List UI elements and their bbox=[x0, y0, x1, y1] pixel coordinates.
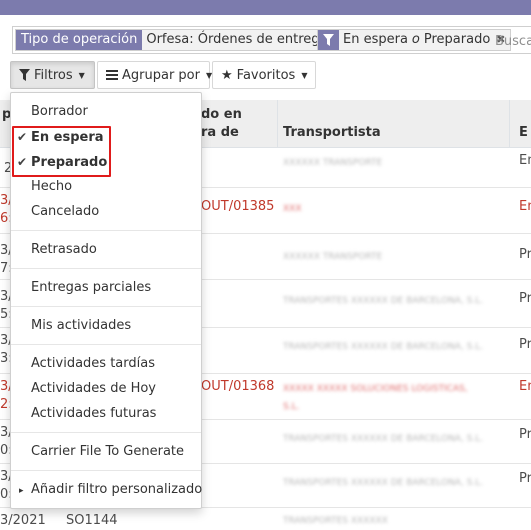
filter-item-actividades-tardias[interactable]: Actividades tardías bbox=[11, 353, 201, 375]
cell-status: En bbox=[519, 153, 531, 168]
group-by-label: Agrupar por bbox=[122, 67, 200, 83]
cell-status: En bbox=[519, 379, 531, 394]
menu-divider bbox=[11, 306, 201, 307]
filter-label: Hecho bbox=[31, 179, 73, 194]
cell-carrier: TRANSPORTES XXXXXX DE BARCELONA, S.L. bbox=[283, 296, 484, 306]
cell-status: Pr bbox=[519, 247, 531, 262]
top-navbar bbox=[0, 0, 531, 15]
filter-item-en-espera[interactable]: ✔ En espera bbox=[11, 126, 201, 148]
cell-status: Pr bbox=[519, 337, 531, 352]
facet-value-b: Preparado bbox=[423, 32, 491, 47]
filter-label: Mis actividades bbox=[31, 318, 132, 333]
group-by-button[interactable]: Agrupar por ▼ bbox=[97, 61, 212, 89]
column-header-carrier[interactable]: Transportista bbox=[283, 124, 381, 142]
filter-label: En espera bbox=[31, 130, 104, 145]
caret-right-icon: ▸ bbox=[19, 486, 24, 496]
filter-label: Actividades tardías bbox=[31, 356, 155, 371]
filters-dropdown: Borrador ✔ En espera ✔ Preparado Hecho Can… bbox=[10, 92, 202, 509]
filter-label: Carrier File To Generate bbox=[31, 444, 185, 459]
menu-divider bbox=[11, 470, 201, 471]
filter-label: Actividades de Hoy bbox=[31, 381, 157, 396]
filters-label: Filtros bbox=[34, 67, 73, 83]
favorites-button[interactable]: ★ Favoritos ▼ bbox=[212, 61, 316, 89]
column-divider bbox=[509, 100, 510, 148]
cell-status: Pr bbox=[519, 427, 531, 442]
filter-label: Actividades futuras bbox=[31, 406, 157, 421]
cell-carrier: TRANSPORTES XXXXXX bbox=[283, 516, 388, 526]
cell-status: Pr bbox=[519, 471, 531, 486]
filter-item-borrador[interactable]: Borrador bbox=[11, 101, 201, 123]
filter-icon bbox=[19, 69, 30, 81]
cell-carrier: TRANSPORTES XXXXXX DE BARCELONA, S.L. bbox=[283, 478, 484, 488]
filter-label: Entregas parciales bbox=[31, 280, 152, 295]
filter-label: Retrasado bbox=[31, 242, 97, 257]
check-icon: ✔ bbox=[17, 130, 28, 144]
cell-status: Pr bbox=[519, 291, 531, 306]
menu-divider bbox=[11, 230, 201, 231]
search-bar[interactable]: Tipo de operación Orfesa: Órdenes de ent… bbox=[12, 26, 531, 54]
caret-down-icon: ▼ bbox=[301, 70, 308, 80]
column-header-status[interactable]: E bbox=[519, 124, 528, 142]
cell-carrier: XXXXXX TRANSPORTE bbox=[283, 252, 383, 262]
cell-carrier: TRANSPORTES XXXXXX DE BARCELONA, S.L. bbox=[283, 342, 484, 352]
cell-carrier: XXXXXX TRANSPORTE bbox=[283, 158, 383, 168]
column-header[interactable]: do en bbox=[201, 106, 242, 124]
search-input[interactable] bbox=[495, 31, 531, 51]
facet-operation-type[interactable]: Tipo de operación Orfesa: Órdenes de ent… bbox=[15, 29, 348, 51]
facet-value: Orfesa: Órdenes de entrega bbox=[146, 32, 328, 47]
filter-item-mis-actividades[interactable]: Mis actividades bbox=[11, 315, 201, 337]
check-icon: ✔ bbox=[17, 155, 28, 169]
list-icon bbox=[106, 70, 118, 80]
column-divider bbox=[277, 100, 278, 148]
filter-item-actividades-hoy[interactable]: Actividades de Hoy bbox=[11, 378, 201, 400]
filter-label: Cancelado bbox=[31, 204, 100, 219]
caret-down-icon: ▼ bbox=[78, 70, 85, 80]
facet-or: o bbox=[411, 32, 420, 47]
menu-divider bbox=[11, 432, 201, 433]
filter-item-actividades-futuras[interactable]: Actividades futuras bbox=[11, 403, 201, 425]
filter-label: Preparado bbox=[31, 155, 108, 170]
cell-carrier: XXXXX XXXXX SOLUCIONES LOGISTICAS, bbox=[283, 384, 468, 394]
filter-item-hecho[interactable]: Hecho bbox=[11, 176, 201, 198]
facet-state[interactable]: En espera o Preparado ✖ bbox=[317, 29, 511, 51]
menu-divider bbox=[11, 344, 201, 345]
facet-value-a: En espera bbox=[343, 32, 408, 47]
star-icon: ★ bbox=[221, 67, 233, 83]
filter-label: Borrador bbox=[31, 104, 88, 119]
column-header: ra de bbox=[201, 125, 239, 140]
filter-item-retrasado[interactable]: Retrasado bbox=[11, 239, 201, 261]
cell-carrier: TRANSPORTES XXXXXX DE BARCELONA, S.L. bbox=[283, 434, 484, 444]
table-row[interactable]: 3/2021 SO1144 TRANSPORTES XXXXXX bbox=[0, 508, 531, 528]
filter-icon bbox=[318, 30, 339, 50]
add-custom-filter[interactable]: ▸ Añadir filtro personalizado bbox=[11, 479, 203, 501]
filter-item-carrier-file[interactable]: Carrier File To Generate bbox=[11, 441, 201, 463]
cell-carrier-line2: S.L. bbox=[283, 402, 300, 412]
filter-item-entregas-parciales[interactable]: Entregas parciales bbox=[11, 277, 201, 299]
cell-status: En bbox=[519, 199, 531, 214]
filter-item-cancelado[interactable]: Cancelado bbox=[11, 201, 201, 223]
facet-label: Tipo de operación bbox=[16, 30, 143, 50]
cell-reference: OUT/01368 bbox=[201, 379, 275, 394]
facet-value: En espera o Preparado bbox=[339, 30, 494, 50]
cell-date: 3/2021 bbox=[0, 513, 46, 528]
cell-reference: OUT/01385 bbox=[201, 199, 275, 214]
cell-carrier: XXX bbox=[283, 204, 302, 214]
filters-button[interactable]: Filtros ▼ bbox=[10, 61, 95, 89]
filter-item-preparado[interactable]: ✔ Preparado bbox=[11, 151, 201, 173]
cell-reference: SO1144 bbox=[66, 513, 118, 528]
filter-label: Añadir filtro personalizado bbox=[31, 482, 203, 497]
favorites-label: Favoritos bbox=[236, 67, 296, 83]
menu-divider bbox=[11, 268, 201, 269]
